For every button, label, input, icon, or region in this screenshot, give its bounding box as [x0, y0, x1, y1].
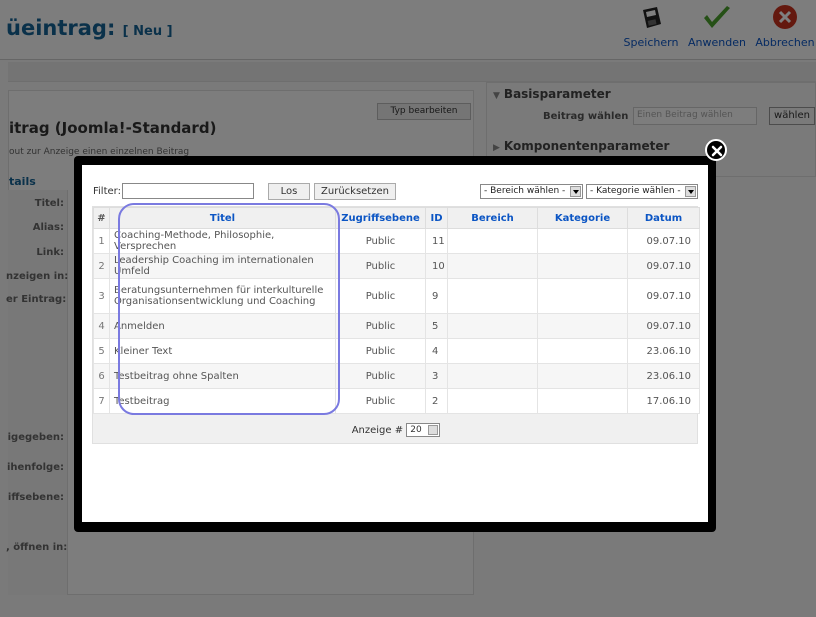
row-date: 17.06.10	[627, 388, 700, 414]
row-number: 1	[93, 228, 110, 254]
modal-close-button[interactable]	[705, 139, 727, 161]
table-row: 5 Kleiner Text Public 4 23.06.10	[93, 338, 700, 364]
table-row: 4 Anmelden Public 5 09.07.10	[93, 313, 700, 339]
row-id: 10	[425, 253, 448, 279]
pagination-label: Anzeige #	[351, 425, 404, 436]
reset-button[interactable]: Zurücksetzen	[314, 183, 396, 200]
row-access: Public	[335, 253, 426, 279]
go-button[interactable]: Los	[268, 183, 310, 200]
section-select-value: - Bereich wählen -	[484, 186, 566, 196]
col-header-number: #	[93, 207, 110, 229]
article-title-link[interactable]: Beratungsunternehmen für interkulturelle…	[109, 278, 336, 314]
row-id: 11	[425, 228, 448, 254]
row-category	[537, 253, 628, 279]
col-header-access[interactable]: Zugriffsebene	[335, 207, 426, 229]
row-date: 09.07.10	[627, 228, 700, 254]
row-section	[447, 278, 538, 314]
article-title-link[interactable]: Kleiner Text	[109, 338, 336, 364]
articles-table-container: # Titel Zugriffsebene ID Bereich Kategor…	[92, 206, 700, 444]
row-date: 09.07.10	[627, 313, 700, 339]
col-header-id[interactable]: ID	[425, 207, 448, 229]
table-row: 3 Beratungsunternehmen für interkulturel…	[93, 278, 700, 314]
row-category	[537, 338, 628, 364]
row-date: 23.06.10	[627, 338, 700, 364]
modal-content: Filter: Los Zurücksetzen - Bereich wähle…	[82, 165, 708, 522]
article-title-link[interactable]: Anmelden	[109, 313, 336, 339]
row-access: Public	[335, 338, 426, 364]
row-access: Public	[335, 313, 426, 339]
table-row: 2 Leadership Coaching im internationalen…	[93, 253, 700, 279]
row-id: 2	[425, 388, 448, 414]
row-date: 09.07.10	[627, 278, 700, 314]
row-id: 4	[425, 338, 448, 364]
dropdown-arrow-icon	[570, 186, 581, 197]
row-section	[447, 228, 538, 254]
col-header-section[interactable]: Bereich	[447, 207, 538, 229]
row-section	[447, 313, 538, 339]
row-category	[537, 278, 628, 314]
row-access: Public	[335, 363, 426, 389]
row-number: 5	[93, 338, 110, 364]
row-number: 6	[93, 363, 110, 389]
row-id: 3	[425, 363, 448, 389]
close-icon	[711, 145, 723, 157]
row-date: 23.06.10	[627, 363, 700, 389]
row-section	[447, 388, 538, 414]
row-access: Public	[335, 228, 426, 254]
row-access: Public	[335, 278, 426, 314]
col-header-category[interactable]: Kategorie	[537, 207, 628, 229]
row-number: 4	[93, 313, 110, 339]
pagination: Anzeige # 20	[93, 423, 699, 443]
row-date: 09.07.10	[627, 253, 700, 279]
article-picker-modal: Filter: Los Zurücksetzen - Bereich wähle…	[74, 156, 716, 532]
dropdown-arrow-icon	[428, 425, 439, 435]
col-header-date[interactable]: Datum	[627, 207, 700, 229]
row-number: 7	[93, 388, 110, 414]
row-section	[447, 338, 538, 364]
row-category	[537, 388, 628, 414]
row-section	[447, 363, 538, 389]
category-select-value: - Kategorie wählen -	[590, 186, 681, 196]
table-row: 6 Testbeitrag ohne Spalten Public 3 23.0…	[93, 363, 700, 389]
article-title-link[interactable]: Testbeitrag ohne Spalten	[109, 363, 336, 389]
row-id: 5	[425, 313, 448, 339]
row-id: 9	[425, 278, 448, 314]
dropdown-arrow-icon	[685, 186, 696, 197]
row-category	[537, 363, 628, 389]
table-row: 7 Testbeitrag Public 2 17.06.10	[93, 388, 700, 414]
row-section	[447, 253, 538, 279]
article-title-link[interactable]: Testbeitrag	[109, 388, 336, 414]
row-category	[537, 228, 628, 254]
articles-table: # Titel Zugriffsebene ID Bereich Kategor…	[93, 207, 700, 414]
filter-input[interactable]	[122, 183, 254, 199]
row-access: Public	[335, 388, 426, 414]
page-size-value: 20	[410, 425, 422, 435]
category-select[interactable]: - Kategorie wählen -	[586, 184, 698, 199]
filter-label: Filter:	[93, 186, 121, 197]
page-size-select[interactable]: 20	[406, 423, 441, 437]
filter-bar: Filter: Los Zurücksetzen - Bereich wähle…	[92, 183, 698, 201]
article-title-link[interactable]: Coaching-Methode, Philosophie, Versprech…	[109, 228, 336, 254]
row-number: 2	[93, 253, 110, 279]
row-category	[537, 313, 628, 339]
table-header-row: # Titel Zugriffsebene ID Bereich Kategor…	[93, 207, 700, 229]
article-title-link[interactable]: Leadership Coaching im internationalen U…	[109, 253, 336, 279]
col-header-title[interactable]: Titel	[109, 207, 336, 229]
table-row: 1 Coaching-Methode, Philosophie, Verspre…	[93, 228, 700, 254]
row-number: 3	[93, 278, 110, 314]
section-select[interactable]: - Bereich wählen -	[480, 184, 583, 199]
